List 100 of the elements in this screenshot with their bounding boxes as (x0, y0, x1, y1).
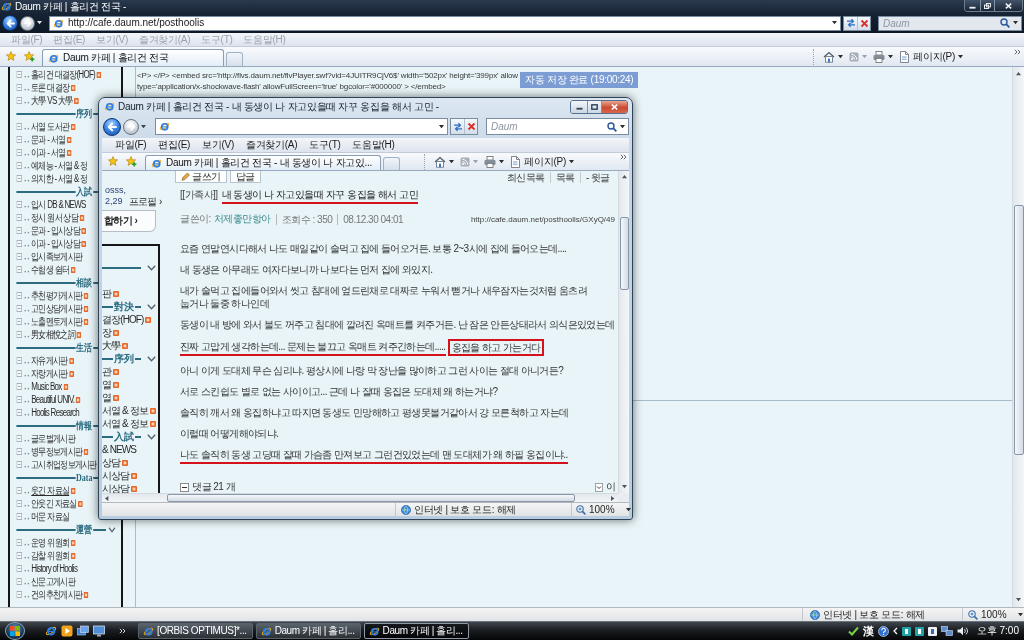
taskbar-button[interactable]: [ORBIS OPTIMUS]*... (138, 623, 253, 639)
chevron-icon[interactable] (147, 303, 156, 310)
more-chevron-icon[interactable] (620, 154, 627, 160)
page-menu-button[interactable]: 페이지(P) (898, 50, 964, 63)
write-button[interactable]: 글쓰기 (175, 171, 227, 183)
menu-link[interactable]: 열 (102, 391, 112, 404)
maximize-button[interactable] (587, 101, 601, 113)
menu-link[interactable]: 문과 - 서열 (31, 133, 66, 146)
menu-link[interactable]: 시상담 (102, 482, 130, 493)
address-field[interactable]: http://cafe.daum.net/posthoolis (49, 15, 841, 31)
refresh-button[interactable] (844, 16, 857, 30)
menu-link[interactable]: 머문 자료실 (31, 510, 70, 523)
help-icon[interactable] (877, 625, 889, 637)
scrollbar[interactable] (1012, 67, 1024, 607)
back-button[interactable] (103, 117, 121, 136)
scrollbar-thumb[interactable] (1013, 205, 1024, 455)
menu-link[interactable]: Music Box (31, 380, 62, 393)
menu-link[interactable]: 문과 - 입시상담 (31, 224, 80, 237)
browser-tab[interactable]: Daum 카페 | 홀리건 전국 (42, 49, 224, 66)
menu-link[interactable]: 서열 도서관 (31, 120, 70, 133)
menu-item[interactable]: 도움말(H) (352, 139, 395, 151)
clock[interactable]: 오후 7:00 (976, 625, 1019, 637)
menu-link[interactable]: 노출멘토게시판 (31, 315, 83, 328)
menu-link[interactable]: 이과 - 서열 (31, 146, 66, 159)
play-icon[interactable] (61, 625, 73, 637)
address-caret-icon[interactable] (439, 124, 444, 129)
input-mode-indicator[interactable]: 漢 (862, 625, 874, 637)
menu-link[interactable]: 판 (102, 287, 112, 300)
chevron-icon[interactable] (108, 526, 116, 533)
stop-button[interactable] (857, 16, 870, 30)
menu-link[interactable]: 수험생 쉼터 (31, 263, 70, 276)
menu-link[interactable]: 자랑게시판 (31, 367, 68, 380)
menu-link[interactable]: 감찰 위원회 (31, 549, 70, 562)
menu-link[interactable]: 자유게시판 (31, 354, 68, 367)
menu-link[interactable]: 건의추천게시판 (31, 588, 83, 601)
browser-icon[interactable] (45, 625, 57, 637)
comment-count[interactable]: 댓글 21 개 (192, 481, 236, 493)
menu-item[interactable]: 파일(F) (115, 139, 147, 151)
menu-item[interactable]: 보기(V) (202, 139, 234, 151)
menu-link[interactable]: 웃긴 자료실 (31, 484, 70, 497)
menu-link[interactable]: Hoolis Research (31, 406, 80, 419)
next-post-link[interactable]: 이 (605, 481, 615, 493)
menu-link[interactable]: 운영 위원회 (31, 536, 70, 549)
chevron-icon[interactable] (147, 264, 156, 271)
chevron-left-icon[interactable] (892, 627, 898, 635)
browser-tab[interactable]: Daum 카페 | 홀리건 전국 - 내 동생이 나 자고있... (145, 155, 382, 170)
home-button[interactable] (822, 50, 845, 63)
add-favorite-button[interactable] (124, 154, 139, 169)
join-button[interactable]: 합하기 › (102, 210, 156, 232)
menu-link[interactable]: 고민상담게시판 (31, 302, 83, 315)
menu-link[interactable]: 홀리건 대결장(HOF) (31, 68, 95, 81)
menu-link[interactable]: 大學 VS 大學 (31, 94, 73, 107)
menu-link[interactable]: & NEWS (102, 443, 137, 456)
menu-link[interactable]: 열 (102, 378, 112, 391)
zoom-button[interactable]: 100% (968, 608, 1023, 621)
scrollbar-thumb[interactable] (167, 494, 575, 502)
zoom-button[interactable]: 100% (576, 503, 631, 516)
search-icon[interactable] (1000, 18, 1010, 28)
menu-link[interactable]: 안웃긴 자료실 (31, 497, 77, 510)
search-caret-icon[interactable] (1013, 21, 1018, 25)
more-chevron-icon[interactable] (1014, 49, 1021, 55)
list-nav-link[interactable]: - 윗글 (579, 171, 615, 183)
history-caret-icon[interactable] (141, 124, 146, 129)
menu-item[interactable]: 도구(T) (309, 139, 341, 151)
stacked-windows-icon[interactable] (77, 625, 89, 637)
menu-link[interactable]: 신문고게시판 (31, 575, 75, 588)
history-caret-icon[interactable] (37, 21, 42, 25)
menu-link[interactable]: 상담 (102, 456, 121, 469)
menu-link[interactable]: History of Hoolis (31, 562, 78, 575)
list-nav-link[interactable]: 최신목록 (501, 171, 550, 183)
menu-link[interactable]: 토론 대결장 (31, 81, 70, 94)
checkmark-icon[interactable] (847, 626, 859, 636)
minimize-button[interactable] (965, 0, 980, 11)
menu-link[interactable]: 서열 & 정보 (102, 417, 148, 430)
scrollbar-thumb[interactable] (619, 217, 629, 290)
reply-button[interactable]: 답글 (229, 171, 261, 183)
chevron-icon[interactable] (147, 433, 156, 440)
menu-link[interactable]: 결장(HOF) (102, 313, 144, 326)
menu-item[interactable]: 편집(E) (158, 139, 191, 151)
menu-link[interactable]: 시상담 (102, 469, 130, 482)
profile-link[interactable]: 프로필 › (128, 196, 162, 207)
start-button[interactable] (5, 622, 25, 640)
menu-link[interactable]: 장 (102, 326, 112, 339)
add-favorite-button[interactable] (22, 49, 37, 64)
dropdown-icon[interactable] (594, 482, 603, 492)
menu-link[interactable]: 서열 & 정보 (102, 404, 148, 417)
menu-link[interactable]: 병무정보게시판 (31, 445, 83, 458)
restore-button[interactable] (980, 0, 994, 11)
author-link[interactable]: 처제좋만항아 (213, 213, 271, 225)
network-icon[interactable] (940, 625, 953, 637)
scrollbar[interactable] (618, 171, 629, 493)
menu-item[interactable]: 즐겨찾기(A) (245, 139, 298, 151)
address-caret-icon[interactable] (832, 21, 837, 25)
taskbar-button[interactable]: Daum 카페 | 홀리... (255, 623, 361, 639)
speaker-icon[interactable] (956, 626, 968, 636)
search-caret-icon[interactable] (620, 124, 625, 129)
stop-button[interactable] (464, 119, 477, 134)
menu-link[interactable]: 고시취업정보게시판 (31, 458, 97, 471)
print-button[interactable] (872, 50, 895, 63)
back-button[interactable] (2, 15, 18, 31)
